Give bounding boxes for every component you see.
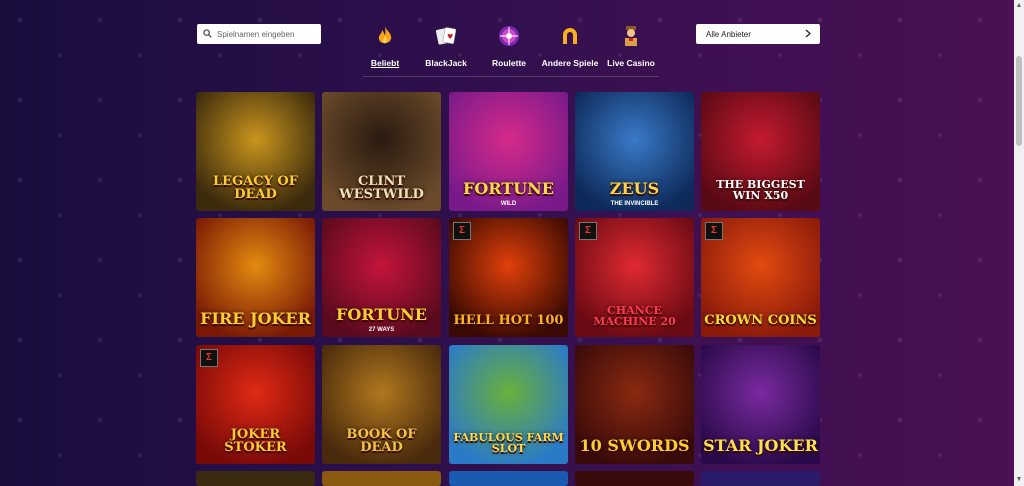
provider-badge-icon: Σ [200, 349, 218, 367]
nav-divider [363, 76, 659, 77]
game-tile[interactable]: STAR JOKER [701, 345, 820, 464]
game-tile[interactable]: FIRE JOKER [196, 218, 315, 337]
game-title: STAR JOKER [703, 436, 818, 455]
flame-icon [373, 24, 397, 48]
svg-text:♥: ♥ [447, 33, 453, 41]
game-tile[interactable] [701, 471, 820, 486]
search-icon [203, 25, 212, 43]
game-title: HELL HOT 100 [453, 313, 564, 328]
scroll-up-icon[interactable]: ▲ [1015, 1, 1023, 11]
category-label: BlackJack [425, 58, 467, 68]
game-tile[interactable]: FABULOUS FARM SLOT [449, 345, 568, 464]
search-input[interactable] [217, 29, 317, 39]
category-nav: Beliebt ♥ BlackJack Roulette Andere Spie… [363, 24, 663, 74]
category-blackjack[interactable]: ♥ BlackJack [419, 24, 473, 68]
game-tile[interactable]: THE BIGGEST WIN X50 [701, 92, 820, 211]
game-subtitle: THE INVINCIBLE [610, 201, 659, 207]
category-roulette[interactable]: Roulette [487, 24, 531, 68]
category-label: Beliebt [370, 58, 400, 68]
game-tile[interactable]: ZEUS THE INVINCIBLE [575, 92, 694, 211]
game-tile[interactable] [449, 471, 568, 486]
provider-dropdown[interactable]: Alle Anbieter [696, 24, 820, 44]
game-title: FABULOUS FARM SLOT [453, 431, 564, 455]
game-tile[interactable]: FORTUNE 27 WAYS [322, 218, 441, 337]
category-beliebt[interactable]: Beliebt [363, 24, 407, 68]
game-tile[interactable] [196, 471, 315, 486]
search-box[interactable] [197, 24, 321, 44]
game-tile[interactable]: FORTUNE WILD [449, 92, 568, 211]
game-tile[interactable] [322, 471, 441, 486]
game-title: 10 SWORDS [579, 436, 690, 455]
game-subtitle: WILD [500, 201, 517, 207]
game-subtitle: 27 WAYS [368, 327, 395, 333]
game-tile[interactable]: Σ CHANCE MACHINE 20 [575, 218, 694, 337]
game-tile[interactable]: 10 SWORDS [575, 345, 694, 464]
category-label: Roulette [492, 58, 526, 68]
game-title: FORTUNE [463, 179, 554, 198]
game-tile[interactable]: Σ JOKER STOKER [196, 345, 315, 464]
game-tile[interactable]: BOOK OF DEAD [322, 345, 441, 464]
game-title: CROWN COINS [704, 313, 817, 328]
game-title: FORTUNE [336, 305, 427, 324]
game-title: JOKER STOKER [224, 427, 287, 455]
dealer-icon [619, 24, 643, 48]
game-tile[interactable]: Σ CROWN COINS [701, 218, 820, 337]
provider-badge-icon: Σ [453, 222, 471, 240]
game-title: CHANCE MACHINE 20 [593, 304, 676, 328]
game-tile[interactable] [575, 471, 694, 486]
game-title: CLINT WESTWILD [339, 174, 424, 202]
game-title: BOOK OF DEAD [346, 427, 417, 455]
game-title: LEGACY OF DEAD [213, 174, 298, 202]
game-tile[interactable]: CLINT WESTWILD [322, 92, 441, 211]
scrollbar[interactable]: ▲ ▼ [1014, 0, 1024, 486]
provider-badge-icon: Σ [705, 222, 723, 240]
category-label: Andere Spiele [541, 58, 599, 68]
game-title: FIRE JOKER [200, 309, 311, 328]
category-andere-spiele[interactable]: Andere Spiele [538, 24, 602, 68]
provider-badge-icon: Σ [579, 222, 597, 240]
category-label: Live Casino [607, 58, 655, 68]
roulette-wheel-icon [497, 24, 521, 48]
game-tile[interactable]: Σ HELL HOT 100 [449, 218, 568, 337]
scroll-thumb[interactable] [1016, 56, 1022, 146]
playing-cards-icon: ♥ [434, 24, 458, 48]
provider-label: Alle Anbieter [706, 29, 751, 39]
game-title: THE BIGGEST WIN X50 [716, 178, 805, 202]
chevron-right-icon [805, 29, 811, 40]
game-title: ZEUS [609, 179, 660, 198]
game-tile[interactable]: LEGACY OF DEAD [196, 92, 315, 211]
scroll-down-icon[interactable]: ▼ [1015, 475, 1023, 485]
horseshoe-icon [558, 24, 582, 48]
category-live-casino[interactable]: Live Casino [603, 24, 659, 68]
